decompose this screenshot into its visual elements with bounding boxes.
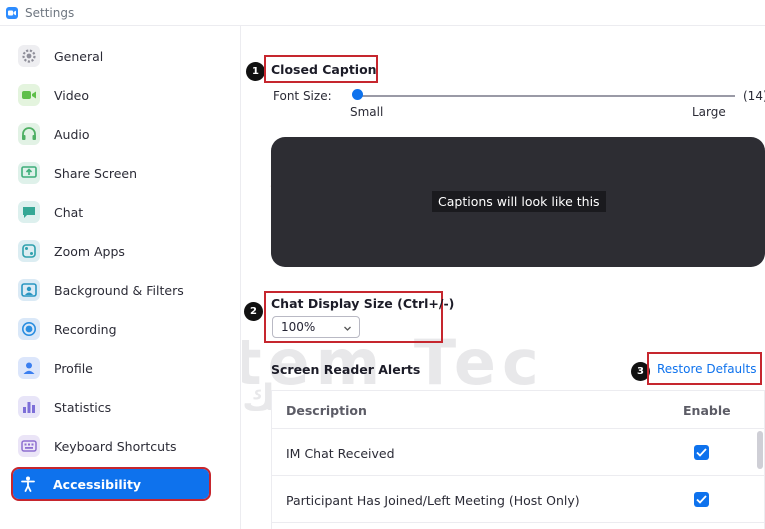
sidebar-item-profile[interactable]: Profile: [14, 352, 210, 384]
sidebar-item-label: Share Screen: [54, 165, 138, 181]
row-description: IM Chat Received: [286, 446, 395, 461]
sidebar-item-label: Profile: [54, 360, 93, 376]
font-size-slider-thumb[interactable]: [352, 89, 363, 100]
chat-bubble-icon: [18, 201, 40, 223]
sidebar-item-accessibility[interactable]: Accessibility: [11, 467, 211, 501]
window-title: Settings: [25, 5, 75, 20]
slider-min-label: Small: [350, 105, 384, 119]
sidebar-item-label: Chat: [54, 204, 84, 220]
sidebar-item-video[interactable]: Video: [14, 79, 210, 111]
row-description: Participant Has Joined/Left Meeting (Hos…: [286, 493, 580, 508]
sidebar-item-share-screen[interactable]: Share Screen: [14, 157, 210, 189]
chat-display-size-title: Chat Display Size (Ctrl+/-): [271, 296, 455, 311]
font-size-value: (14): [743, 89, 765, 103]
profile-icon: [18, 357, 40, 379]
sidebar-item-audio[interactable]: Audio: [14, 118, 210, 150]
background-filter-icon: [18, 279, 40, 301]
caption-preview-panel: Captions will look like this: [271, 137, 765, 267]
screen-reader-alerts-title: Screen Reader Alerts: [271, 362, 421, 377]
sidebar-item-label: Statistics: [54, 399, 112, 415]
sidebar-item-label: General: [54, 48, 104, 64]
column-header-enable: Enable: [683, 403, 731, 418]
column-header-description: Description: [286, 403, 367, 418]
row-enable-checkbox[interactable]: [694, 492, 709, 507]
checkmark-icon: [696, 448, 707, 457]
share-screen-icon: [18, 162, 40, 184]
title-bar: Settings: [0, 0, 765, 26]
sidebar-item-label: Zoom Apps: [54, 243, 125, 259]
chevron-down-icon: [343, 322, 352, 336]
sidebar-item-chat[interactable]: Chat: [14, 196, 210, 228]
sidebar-item-keyboard-shortcuts[interactable]: Keyboard Shortcuts: [14, 430, 210, 462]
zoom-app-icon: [6, 6, 18, 19]
keyboard-icon: [18, 435, 40, 457]
sidebar-item-general[interactable]: General: [14, 40, 210, 72]
checkmark-icon: [696, 495, 707, 504]
video-camera-icon: [18, 84, 40, 106]
caption-preview-text: Captions will look like this: [432, 191, 606, 212]
sidebar-item-background-filters[interactable]: Background & Filters: [14, 274, 210, 306]
gear-icon: [18, 45, 40, 67]
headphones-icon: [18, 123, 40, 145]
apps-icon: [18, 240, 40, 262]
sidebar-item-zoom-apps[interactable]: Zoom Apps: [14, 235, 210, 267]
restore-defaults-link[interactable]: Restore Defaults: [657, 362, 756, 376]
settings-sidebar: General Video Audio Share Screen Chat Zo…: [0, 26, 241, 529]
record-icon: [18, 318, 40, 340]
sidebar-item-label: Recording: [54, 321, 117, 337]
annotation-badge-2: 2: [244, 302, 263, 321]
chat-display-size-select[interactable]: 100%: [272, 316, 360, 338]
bar-chart-icon: [18, 396, 40, 418]
sidebar-item-label: Video: [54, 87, 90, 103]
table-row: Participant Has Joined/Left Meeting (Hos…: [272, 476, 764, 523]
font-size-label: Font Size:: [273, 89, 332, 103]
accessibility-icon: [17, 473, 39, 495]
sidebar-item-label: Background & Filters: [54, 282, 184, 298]
table-row: IM Chat Received: [272, 429, 764, 476]
annotation-badge-1: 1: [246, 62, 265, 81]
closed-caption-title: Closed Caption: [271, 62, 377, 77]
slider-max-label: Large: [692, 105, 726, 119]
table-scrollbar[interactable]: [757, 431, 763, 469]
chat-display-size-value: 100%: [281, 320, 316, 334]
font-size-slider-track[interactable]: [356, 95, 735, 97]
screen-reader-alerts-table: Description Enable IM Chat Received Part…: [271, 390, 765, 529]
sidebar-item-recording[interactable]: Recording: [14, 313, 210, 345]
sidebar-item-label: Keyboard Shortcuts: [54, 438, 177, 454]
row-enable-checkbox[interactable]: [694, 445, 709, 460]
settings-content: System Tec سيستم تيك 1 Closed Caption Fo…: [242, 26, 765, 529]
sidebar-item-label: Audio: [54, 126, 90, 142]
sidebar-item-statistics[interactable]: Statistics: [14, 391, 210, 423]
sidebar-item-label: Accessibility: [53, 476, 142, 492]
table-header: Description Enable: [272, 391, 764, 429]
